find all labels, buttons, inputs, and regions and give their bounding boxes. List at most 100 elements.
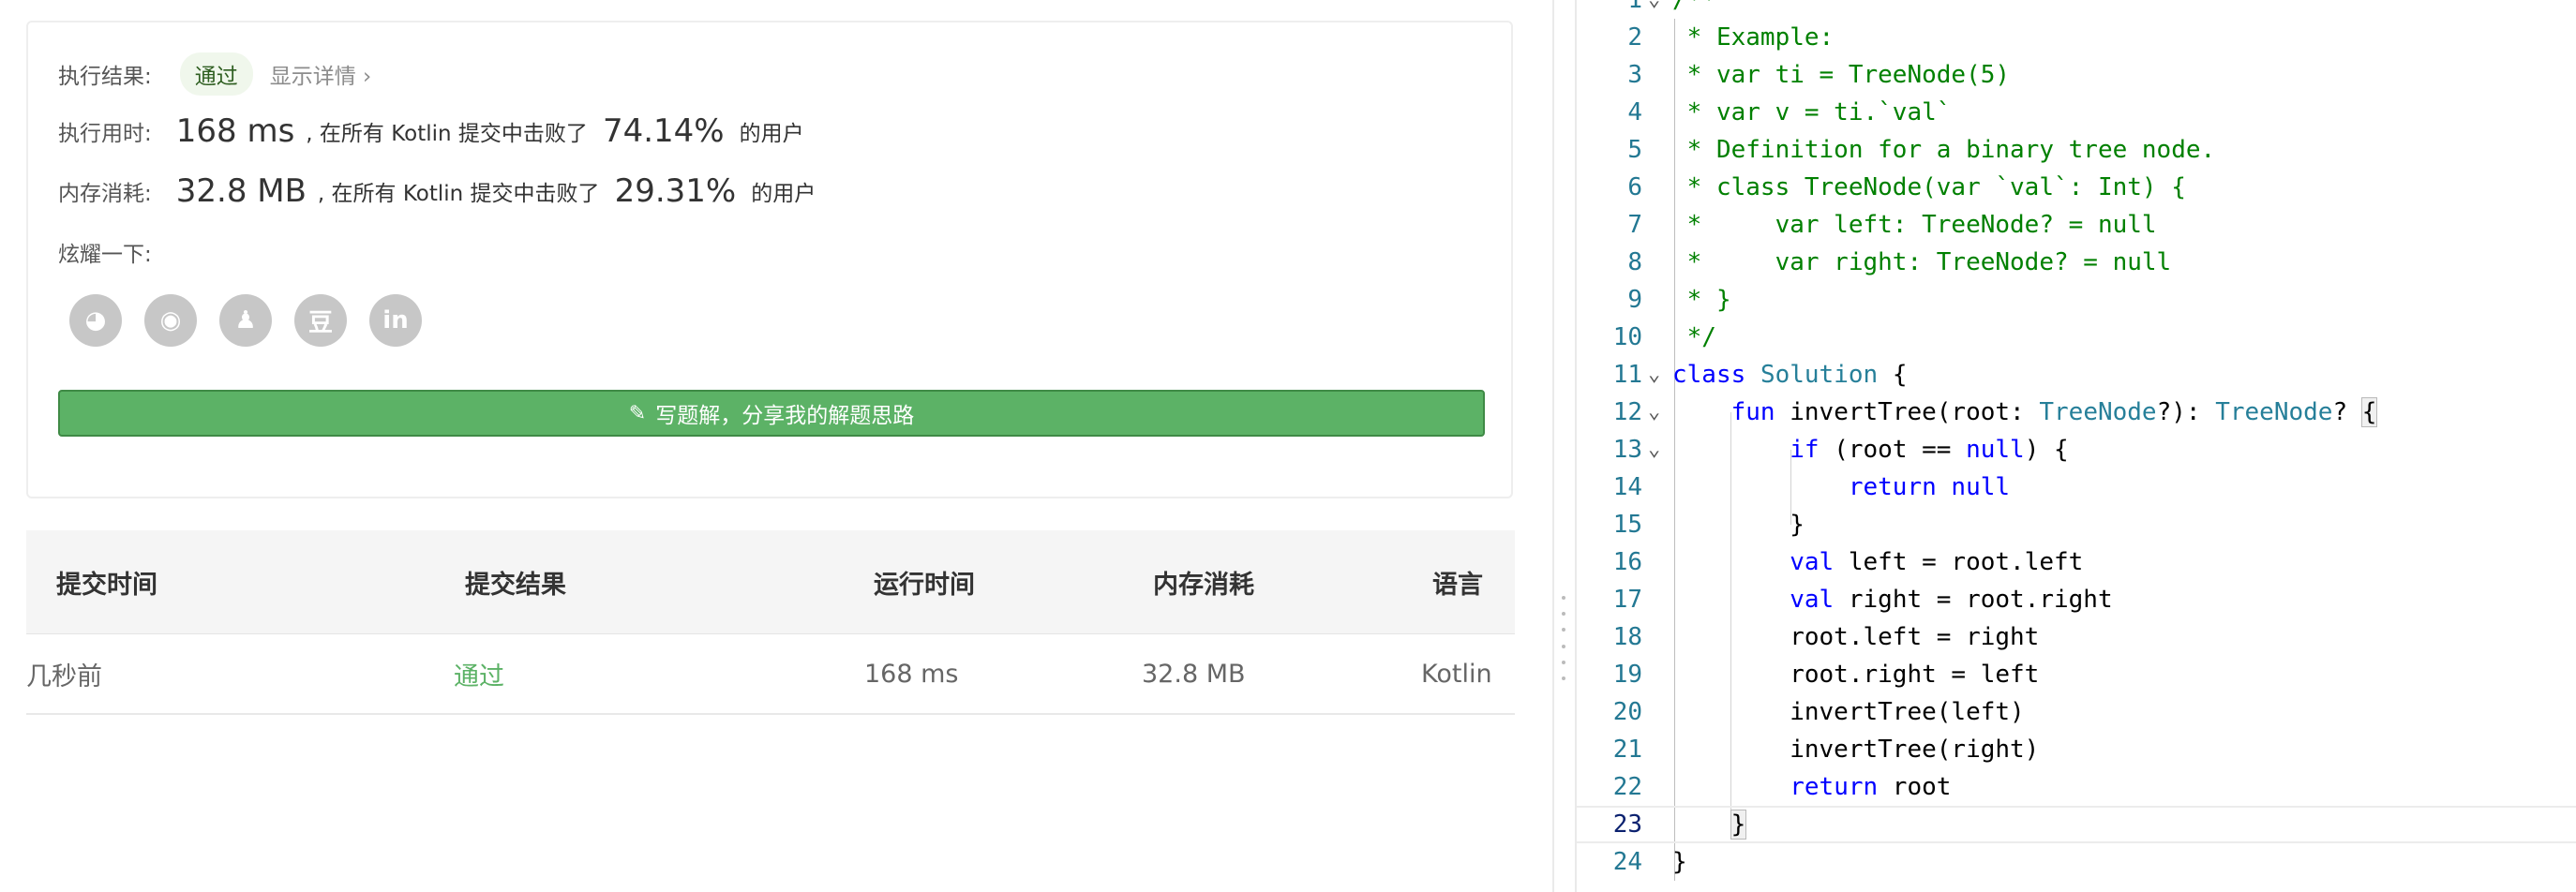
code-line[interactable]: 14 return null <box>1577 468 2576 506</box>
submission-panel: 执行结果: 通过 显示详情 › 执行用时: 168 ms , 在所有 Kotli… <box>0 0 1552 892</box>
line-number: 16 <box>1612 548 1642 576</box>
line-number: 3 <box>1627 61 1642 89</box>
table-row[interactable]: 几秒前 通过 168 ms 32.8 MB Kotlin <box>26 634 1515 715</box>
line-number: 7 <box>1627 211 1642 239</box>
line-number: 9 <box>1627 286 1642 314</box>
line-number: 22 <box>1612 773 1642 801</box>
code-line[interactable]: 11 ⌄ class Solution { <box>1577 356 2576 394</box>
code-line[interactable]: 24} <box>1577 843 2576 881</box>
line-number: 23 <box>1612 810 1642 839</box>
line-number: 13 <box>1612 436 1642 464</box>
code-line[interactable]: 19 root.right = left <box>1577 656 2576 693</box>
drag-handle-icon[interactable] <box>1562 596 1565 680</box>
panel-splitter[interactable] <box>1552 0 1575 892</box>
show-details-link[interactable]: 显示详情 › <box>270 58 372 90</box>
header-memory: 内存消耗 <box>1153 570 1254 600</box>
code-text: val right = root.right <box>1790 586 2113 614</box>
code-line[interactable]: 21 invertTree(right) <box>1577 731 2576 768</box>
code-line[interactable]: 10 */ <box>1577 319 2576 356</box>
code-text: root.right = left <box>1672 661 2040 689</box>
memory-row: 内存消耗: 32.8 MB , 在所有 Kotlin 提交中击败了 29.31%… <box>58 172 816 210</box>
status-label: 执行结果: <box>58 65 152 89</box>
code-line[interactable]: 16 val left = root.left <box>1577 543 2576 581</box>
line-number: 2 <box>1627 23 1642 52</box>
line-number: 6 <box>1627 173 1642 201</box>
code-text: */ <box>1672 323 1716 351</box>
runtime-label: 执行用时: <box>58 122 152 146</box>
code-text: fun invertTree(root: TreeNode?): TreeNod… <box>1730 397 2378 427</box>
code-line[interactable]: 18 root.left = right <box>1577 618 2576 656</box>
code-line[interactable]: 9 * } <box>1577 281 2576 319</box>
code-text: } <box>1730 810 1747 840</box>
share-icons: ◕ ◉ ♟ 豆 in <box>69 294 444 347</box>
line-number: 14 <box>1612 473 1642 501</box>
line-number: 4 <box>1627 98 1642 126</box>
line-number: 5 <box>1627 136 1642 164</box>
code-line[interactable]: 5 * Definition for a binary tree node. <box>1577 131 2576 169</box>
line-number: 19 <box>1612 661 1642 689</box>
fold-chevron-icon[interactable]: ⌄ <box>1648 394 1669 431</box>
code-line[interactable]: 20 invertTree(left) <box>1577 693 2576 731</box>
fold-chevron-icon[interactable]: ⌄ <box>1648 431 1669 468</box>
line-number: 10 <box>1612 323 1642 351</box>
linkedin-icon[interactable]: in <box>369 294 422 347</box>
code-text: * } <box>1672 286 1731 314</box>
line-number: 15 <box>1612 511 1642 539</box>
code-line[interactable]: 15 } <box>1577 506 2576 543</box>
code-text: invertTree(left) <box>1672 698 2025 726</box>
code-text: * var v = ti.`val` <box>1672 98 1952 126</box>
memory-value: 32.8 MB <box>175 172 307 210</box>
code-line[interactable]: 1 ⌄/** <box>1577 0 2576 19</box>
language-cell: Kotlin <box>1421 659 1492 689</box>
memory-cell: 32.8 MB <box>1142 659 1246 689</box>
header-runtime: 运行时间 <box>874 570 975 600</box>
code-editor[interactable]: 1⌄/**2 * Example:3 * var ti = TreeNode(5… <box>1577 0 2576 892</box>
code-text: val left = root.left <box>1790 548 2084 576</box>
code-text: if (root == null) { <box>1790 436 2069 464</box>
status-badge: 通过 <box>179 52 253 96</box>
code-line[interactable]: 22 return root <box>1577 768 2576 806</box>
code-line[interactable]: 3 * var ti = TreeNode(5) <box>1577 56 2576 94</box>
write-solution-label: 写题解，分享我的解题思路 <box>655 404 915 428</box>
line-number: 8 <box>1627 248 1642 276</box>
code-line[interactable]: 6 * class TreeNode(var `val`: Int) { <box>1577 169 2576 206</box>
line-number: 24 <box>1612 848 1642 876</box>
code-text: class Solution { <box>1672 361 1908 389</box>
douban-icon[interactable]: 豆 <box>294 294 347 347</box>
header-submit-result: 提交结果 <box>465 570 566 600</box>
code-text: invertTree(right) <box>1672 736 2040 764</box>
code-text: root.left = right <box>1672 623 2040 651</box>
weibo-icon[interactable]: ◉ <box>144 294 197 347</box>
code-line[interactable]: 2 * Example: <box>1577 19 2576 56</box>
line-number: 17 <box>1612 586 1642 614</box>
runtime-percentile: 74.14% <box>602 112 725 150</box>
code-text: * Definition for a binary tree node. <box>1672 136 2216 164</box>
submit-result-link[interactable]: 通过 <box>454 634 504 713</box>
code-line[interactable]: 12 ⌄ fun invertTree(root: TreeNode?): Tre… <box>1577 394 2576 431</box>
line-number: 1 <box>1627 0 1642 14</box>
qq-icon[interactable]: ♟ <box>219 294 272 347</box>
write-solution-button[interactable]: ✎ 写题解，分享我的解题思路 <box>58 390 1485 437</box>
code-line[interactable]: 7 * var left: TreeNode? = null <box>1577 206 2576 244</box>
fold-chevron-icon[interactable]: ⌄ <box>1648 356 1669 394</box>
code-text: * var ti = TreeNode(5) <box>1672 61 2011 89</box>
header-language: 语言 <box>1432 570 1483 600</box>
memory-percentile: 29.31% <box>614 172 737 210</box>
table-header: 提交时间 提交结果 运行时间 内存消耗 语言 <box>26 530 1515 634</box>
memory-text: , 在所有 Kotlin 提交中击败了 <box>317 182 600 206</box>
screen: 执行结果: 通过 显示详情 › 执行用时: 168 ms , 在所有 Kotli… <box>0 0 2576 892</box>
code-text: return null <box>1848 473 2011 501</box>
fold-chevron-icon[interactable]: ⌄ <box>1648 0 1669 19</box>
code-line[interactable]: 17 val right = root.right <box>1577 581 2576 618</box>
runtime-suffix: 的用户 <box>739 122 804 146</box>
code-line[interactable]: 23 } <box>1577 806 2576 843</box>
code-line[interactable]: 8 * var right: TreeNode? = null <box>1577 244 2576 281</box>
memory-suffix: 的用户 <box>751 182 816 206</box>
code-line[interactable]: 4 * var v = ti.`val` <box>1577 94 2576 131</box>
pencil-icon: ✎ <box>628 401 647 425</box>
code-text: * Example: <box>1672 23 1835 52</box>
line-number: 12 <box>1612 398 1642 426</box>
wechat-icon[interactable]: ◕ <box>69 294 122 347</box>
submit-time: 几秒前 <box>26 662 102 691</box>
code-line[interactable]: 13 ⌄ if (root == null) { <box>1577 431 2576 468</box>
